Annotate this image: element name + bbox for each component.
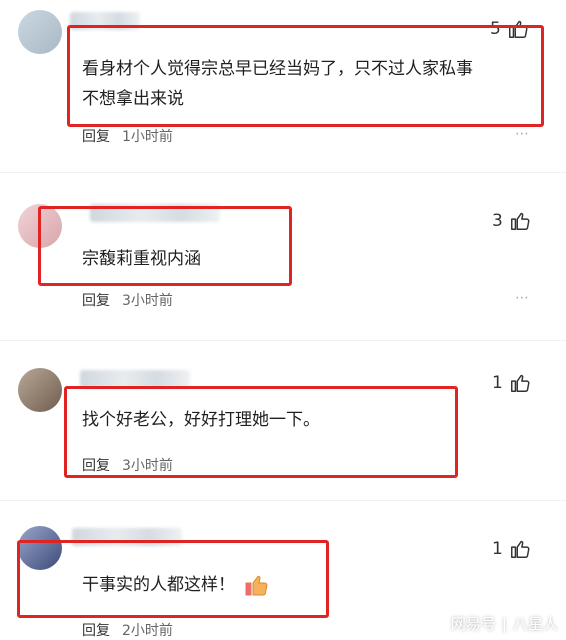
timestamp: 2小时前	[122, 623, 173, 639]
timestamp: 1小时前	[122, 129, 173, 145]
more-options-icon[interactable]: ⋯	[515, 126, 530, 142]
thumbs-up-icon	[510, 212, 530, 230]
reply-button[interactable]: 回复	[82, 620, 110, 640]
comment-line: 找个好老公，好好打理她一下。	[82, 410, 320, 430]
watermark-brand: 网易号	[450, 615, 496, 633]
comment-text: 干事实的人都这样！	[82, 570, 269, 600]
comment-meta: 回复 3小时前	[82, 290, 173, 310]
like-button[interactable]: 1	[492, 538, 531, 560]
divider	[0, 500, 566, 501]
like-button[interactable]: 3	[492, 210, 531, 232]
comment-meta: 回复 2小时前	[82, 620, 173, 640]
comment-line: 干事实的人都这样！	[82, 575, 235, 595]
comment-3: 1 找个好老公，好好打理她一下。 回复 3小时前	[0, 360, 566, 490]
comment-line: 宗馥莉重视内涵	[82, 249, 201, 269]
comment-line: 看身材个人觉得宗总早已经当妈了，只不过人家私事	[82, 59, 473, 79]
watermark: 网易号 | 八星人	[451, 613, 558, 634]
like-count: 1	[492, 539, 503, 559]
comment-2: 3 宗馥莉重视内涵 回复 3小时前 ⋯	[0, 190, 566, 340]
watermark-author: 八星人	[512, 615, 558, 633]
comment-text: 看身材个人觉得宗总早已经当妈了，只不过人家私事 不想拿出来说	[82, 54, 473, 114]
comment-text: 找个好老公，好好打理她一下。	[82, 405, 320, 435]
watermark-separator: |	[501, 614, 507, 633]
timestamp: 3小时前	[122, 458, 173, 474]
reply-button[interactable]: 回复	[82, 455, 110, 475]
comment-1: 5 看身材个人觉得宗总早已经当妈了，只不过人家私事 不想拿出来说 回复 1小时前…	[0, 0, 566, 160]
like-button[interactable]: 1	[492, 372, 531, 394]
thumbs-up-icon	[510, 540, 530, 558]
comment-line: 不想拿出来说	[82, 89, 184, 109]
divider	[0, 340, 566, 341]
thumbs-up-icon	[510, 374, 530, 392]
divider	[0, 172, 566, 173]
reply-button[interactable]: 回复	[82, 126, 110, 146]
comment-text: 宗馥莉重视内涵	[82, 244, 201, 274]
timestamp: 3小时前	[122, 293, 173, 309]
thumbs-up-emoji-icon	[245, 575, 268, 596]
avatar[interactable]	[18, 368, 62, 412]
comment-meta: 回复 3小时前	[82, 455, 173, 475]
avatar[interactable]	[18, 10, 62, 54]
reply-button[interactable]: 回复	[82, 290, 110, 310]
more-options-icon[interactable]: ⋯	[515, 290, 530, 306]
like-count: 1	[492, 373, 503, 393]
comment-meta: 回复 1小时前	[82, 126, 173, 146]
like-count: 3	[492, 211, 503, 231]
